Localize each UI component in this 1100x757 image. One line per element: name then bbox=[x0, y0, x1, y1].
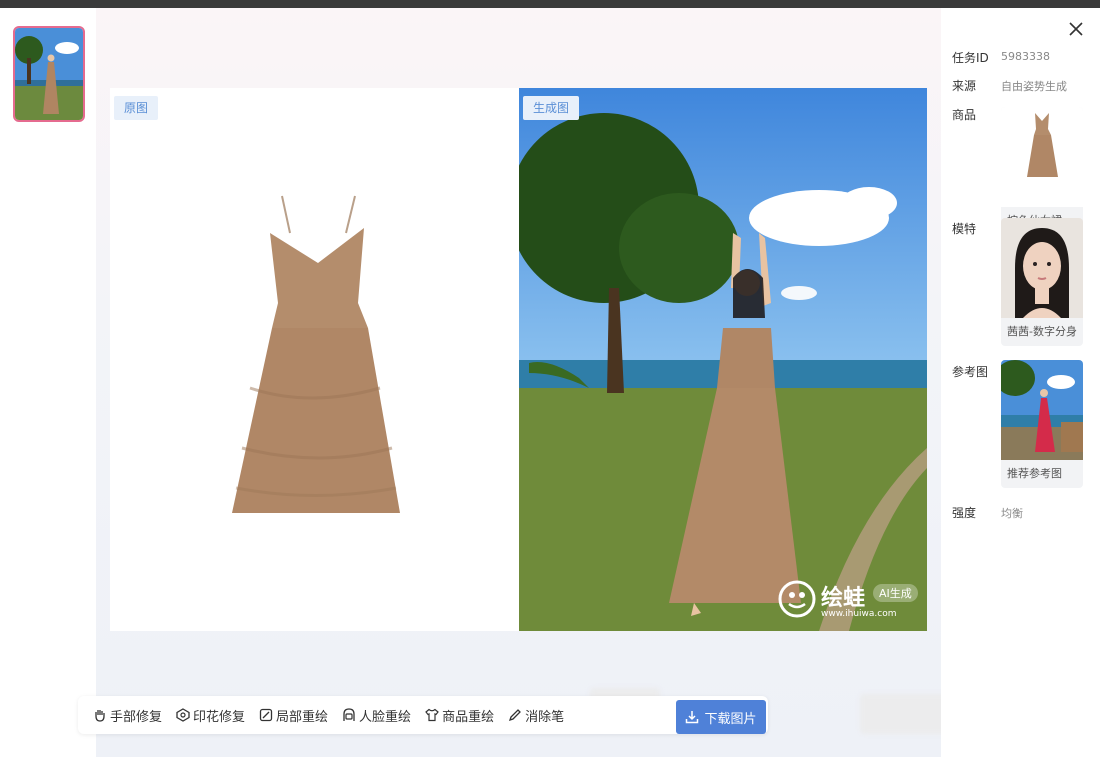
tool-label: 消除笔 bbox=[525, 709, 565, 725]
edit-toolbar: 手部修复 印花修复 局部重绘 人脸重绘 商品重绘 消除笔 bbox=[78, 696, 768, 734]
close-icon[interactable] bbox=[1067, 20, 1085, 38]
reference-caption: 推荐参考图 bbox=[1007, 467, 1062, 480]
reference-card[interactable]: 推荐参考图 bbox=[1001, 360, 1083, 488]
tool-hand-repair[interactable]: 手部修复 bbox=[86, 696, 169, 734]
tool-label: 手部修复 bbox=[110, 709, 163, 725]
generated-tag: 生成图 bbox=[523, 96, 580, 120]
tool-label: 人脸重绘 bbox=[359, 709, 412, 725]
task-id-label: 任务ID bbox=[952, 51, 989, 65]
original-dress-image bbox=[232, 195, 400, 513]
pattern-icon bbox=[176, 708, 190, 722]
tool-face-redraw[interactable]: 人脸重绘 bbox=[335, 696, 418, 734]
original-image-panel: 原图 bbox=[110, 88, 519, 631]
download-button[interactable]: 下载图片 bbox=[676, 700, 766, 734]
tool-label: 商品重绘 bbox=[442, 709, 495, 725]
product-label: 商品 bbox=[952, 108, 977, 122]
watermark-url: www.ihuiwa.com bbox=[821, 609, 897, 619]
watermark: 绘蛙 AI生成 www.ihuiwa.com bbox=[777, 575, 927, 625]
thumbnail-image bbox=[15, 28, 83, 120]
reference-thumbnail bbox=[1001, 360, 1083, 460]
hand-icon bbox=[95, 710, 105, 722]
tool-label: 印花修复 bbox=[193, 709, 246, 725]
tool-label: 局部重绘 bbox=[276, 709, 329, 725]
reference-label: 参考图 bbox=[952, 365, 989, 379]
watermark-brand: 绘蛙 bbox=[821, 586, 866, 611]
product-card[interactable]: 棕色仙女裙-... bbox=[1001, 107, 1083, 235]
brush-area-icon bbox=[259, 708, 273, 722]
source-label: 来源 bbox=[952, 79, 977, 93]
task-id-value: 5983338 bbox=[1001, 50, 1050, 63]
generated-image-panel: 生成图 绘蛙 AI生成 www.ihuiwa.com bbox=[519, 88, 927, 631]
preview-stage: 原图 生成图 绘蛙 AI生成 www.ihuiwa.com bbox=[96, 8, 941, 757]
tool-eraser[interactable]: 消除笔 bbox=[501, 696, 571, 734]
download-icon bbox=[686, 711, 699, 724]
download-label: 下载图片 bbox=[704, 711, 757, 727]
model-caption: 茜茜-数字分身 bbox=[1007, 325, 1077, 338]
model-card[interactable]: 茜茜-数字分身 bbox=[1001, 218, 1083, 346]
brand-logo-icon bbox=[778, 580, 816, 618]
shirt-icon bbox=[425, 708, 439, 722]
task-info-panel: 任务ID 5983338 来源 自由姿势生成 商品 棕色仙女裙-... 模特 茜… bbox=[941, 8, 1100, 757]
strength-value: 均衡 bbox=[1001, 507, 1023, 520]
thumbnail-selected[interactable] bbox=[13, 26, 85, 122]
source-value: 自由姿势生成 bbox=[1001, 80, 1067, 93]
tool-pattern-repair[interactable]: 印花修复 bbox=[169, 696, 252, 734]
original-tag: 原图 bbox=[114, 96, 159, 120]
generated-photo bbox=[519, 88, 927, 631]
model-thumbnail bbox=[1001, 218, 1083, 318]
pencil-icon bbox=[509, 709, 521, 722]
thumbnail-list bbox=[0, 8, 96, 757]
product-thumbnail bbox=[1001, 107, 1083, 207]
model-label: 模特 bbox=[952, 222, 977, 236]
tool-local-redraw[interactable]: 局部重绘 bbox=[252, 696, 335, 734]
background-page-strip bbox=[0, 0, 1100, 8]
tool-product-redraw[interactable]: 商品重绘 bbox=[418, 696, 501, 734]
face-icon bbox=[343, 708, 355, 721]
watermark-ai-badge: AI生成 bbox=[873, 584, 918, 602]
strength-label: 强度 bbox=[952, 506, 977, 520]
